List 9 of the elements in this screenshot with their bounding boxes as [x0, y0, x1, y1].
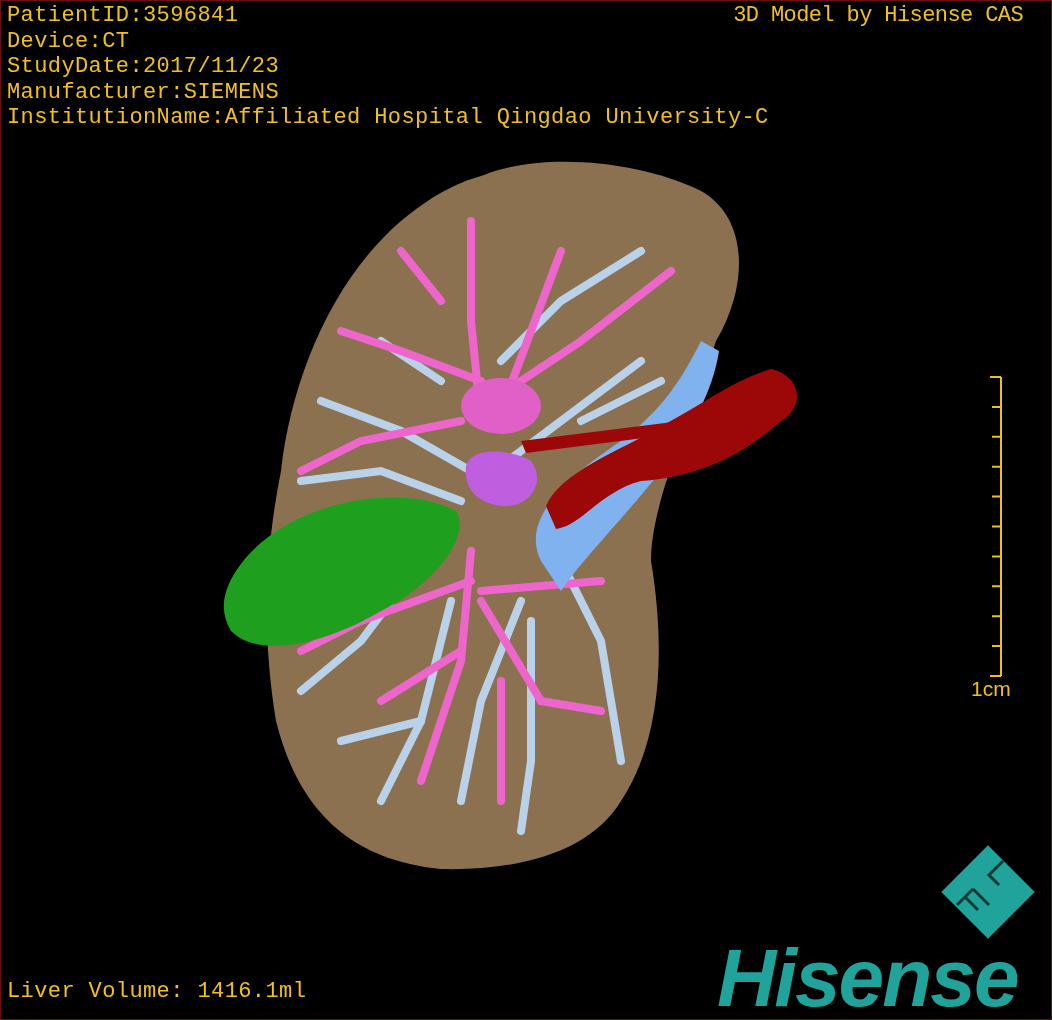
- scale-label: 1cm: [971, 677, 1011, 701]
- info-text: StudyDate:2017/11/23: [7, 54, 280, 80]
- logo-wordmark: Hisense: [717, 937, 1018, 1019]
- model-caption: 3D Model by Hisense CAS: [733, 3, 1023, 29]
- info-text: Device:CT: [7, 28, 130, 54]
- info-text: Manufacturer:SIEMENS: [7, 79, 280, 105]
- info-text: PatientID:3596841: [7, 3, 239, 29]
- info-text: InstitutionName:Affiliated Hospital Qingdao University-C: [7, 105, 769, 131]
- liver-volume: Liver Volume: 1416.1ml: [7, 979, 307, 1005]
